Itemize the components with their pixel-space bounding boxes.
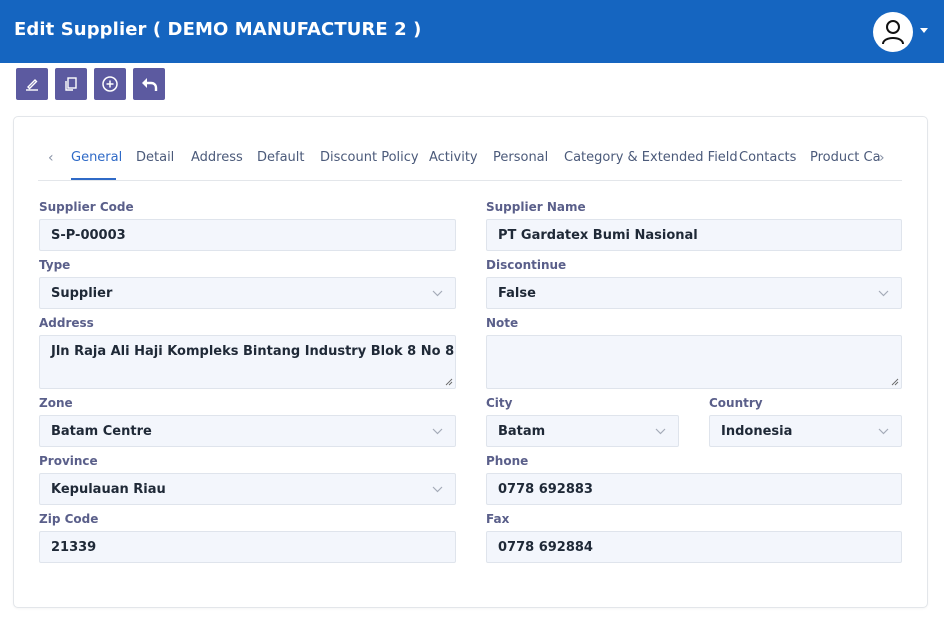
supplier-name-value: PT Gardatex Bumi Nasional bbox=[498, 228, 698, 243]
back-button[interactable] bbox=[133, 68, 165, 100]
fax-field[interactable]: 0778 692884 bbox=[486, 531, 902, 563]
address-label: Address bbox=[39, 316, 94, 330]
tab-contacts[interactable]: Contacts bbox=[739, 150, 796, 165]
note-label: Note bbox=[486, 316, 519, 330]
phone-label: Phone bbox=[486, 454, 529, 468]
plus-circle-icon bbox=[102, 76, 118, 92]
phone-field[interactable]: 0778 692883 bbox=[486, 473, 902, 505]
chevron-down-icon bbox=[432, 486, 443, 493]
user-icon bbox=[882, 20, 904, 45]
active-tab-indicator bbox=[71, 178, 116, 180]
supplier-code-value: S-P-00003 bbox=[51, 228, 126, 243]
tab-bar: ‹ General Detail Address Default Discoun… bbox=[38, 140, 902, 181]
zip-code-field[interactable]: 21339 bbox=[39, 531, 456, 563]
address-textarea[interactable]: Jln Raja Ali Haji Kompleks Bintang Indus… bbox=[39, 335, 456, 389]
city-label: City bbox=[486, 396, 513, 410]
phone-value: 0778 692883 bbox=[498, 482, 593, 497]
tab-default[interactable]: Default bbox=[257, 150, 305, 165]
edit-icon bbox=[26, 79, 38, 91]
zone-label: Zone bbox=[39, 396, 73, 410]
undo-icon bbox=[142, 78, 158, 91]
type-value: Supplier bbox=[51, 286, 113, 301]
province-label: Province bbox=[39, 454, 98, 468]
chevron-down-icon bbox=[655, 428, 666, 435]
zone-value: Batam Centre bbox=[51, 424, 152, 439]
discontinue-label: Discontinue bbox=[486, 258, 567, 272]
app-header: Edit Supplier ( DEMO MANUFACTURE 2 ) bbox=[0, 0, 944, 63]
add-button[interactable] bbox=[94, 68, 126, 100]
country-value: Indonesia bbox=[721, 424, 793, 439]
discontinue-value: False bbox=[498, 286, 536, 301]
user-menu-caret-icon[interactable] bbox=[920, 28, 928, 33]
tab-scroll-right-icon[interactable]: › bbox=[879, 150, 885, 166]
copy-button[interactable] bbox=[55, 68, 87, 100]
zone-select[interactable]: Batam Centre bbox=[39, 415, 456, 447]
fax-value: 0778 692884 bbox=[498, 540, 593, 555]
fax-label: Fax bbox=[486, 512, 510, 526]
chevron-down-icon bbox=[878, 290, 889, 297]
user-avatar[interactable] bbox=[873, 12, 913, 52]
type-select[interactable]: Supplier bbox=[39, 277, 456, 309]
city-value: Batam bbox=[498, 424, 546, 439]
tab-activity[interactable]: Activity bbox=[429, 150, 478, 165]
chevron-down-icon bbox=[432, 428, 443, 435]
tab-discount-policy[interactable]: Discount Policy bbox=[320, 150, 419, 165]
copy-icon bbox=[65, 77, 77, 91]
country-select[interactable]: Indonesia bbox=[709, 415, 902, 447]
zip-code-value: 21339 bbox=[51, 540, 97, 555]
province-select[interactable]: Kepulauan Riau bbox=[39, 473, 456, 505]
tab-detail[interactable]: Detail bbox=[136, 150, 174, 165]
supplier-code-label: Supplier Code bbox=[39, 200, 134, 214]
city-select[interactable]: Batam bbox=[486, 415, 679, 447]
tab-product-category[interactable]: Product Ca bbox=[810, 150, 880, 165]
tab-scroll-left-icon[interactable]: ‹ bbox=[48, 150, 54, 166]
tab-general[interactable]: General bbox=[71, 150, 122, 165]
address-value: Jln Raja Ali Haji Kompleks Bintang Indus… bbox=[51, 344, 456, 359]
resize-grip-icon[interactable] bbox=[891, 378, 899, 386]
supplier-name-field[interactable]: PT Gardatex Bumi Nasional bbox=[486, 219, 902, 251]
tab-category-extended-field[interactable]: Category & Extended Field bbox=[564, 150, 738, 165]
country-label: Country bbox=[709, 396, 763, 410]
tab-overflow: Product Ca bbox=[808, 140, 880, 180]
supplier-name-label: Supplier Name bbox=[486, 200, 586, 214]
note-textarea[interactable] bbox=[486, 335, 902, 389]
resize-grip-icon[interactable] bbox=[445, 378, 453, 386]
discontinue-select[interactable]: False bbox=[486, 277, 902, 309]
tab-address[interactable]: Address bbox=[191, 150, 243, 165]
chevron-down-icon bbox=[432, 290, 443, 297]
tab-personal[interactable]: Personal bbox=[493, 150, 548, 165]
type-label: Type bbox=[39, 258, 71, 272]
chevron-down-icon bbox=[878, 428, 889, 435]
edit-button[interactable] bbox=[16, 68, 48, 100]
page-title: Edit Supplier ( DEMO MANUFACTURE 2 ) bbox=[14, 19, 422, 40]
supplier-code-field[interactable]: S-P-00003 bbox=[39, 219, 456, 251]
zip-code-label: Zip Code bbox=[39, 512, 99, 526]
province-value: Kepulauan Riau bbox=[51, 482, 166, 497]
